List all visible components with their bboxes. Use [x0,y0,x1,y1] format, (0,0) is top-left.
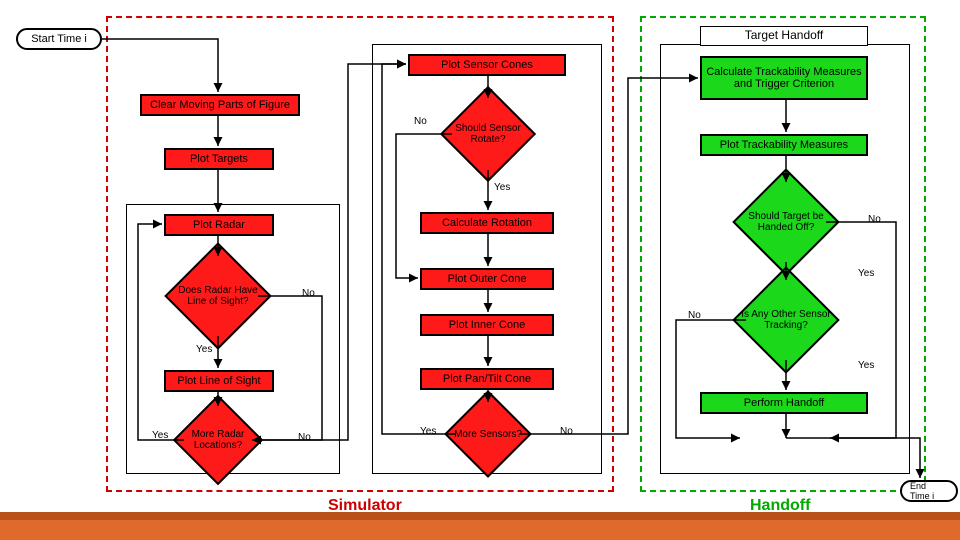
plot-los-label: Plot Line of Sight [177,375,260,387]
plot-trackability-label: Plot Trackability Measures [720,139,848,151]
any-other-tracking-label: Is Any Other Sensor Tracking? [736,295,836,345]
target-handoff-title: Target Handoff [700,26,868,46]
edge-no-4: No [560,426,573,437]
footer-bar [0,512,960,540]
any-other-tracking-diamond: Is Any Other Sensor Tracking? [786,320,787,321]
plot-inner-label: Plot Inner Cone [449,319,525,331]
end-terminator: End Time i [900,480,958,502]
edge-no-3: No [298,432,311,443]
start-label: Start Time i [31,33,87,45]
more-radar-diamond: More Radar Locations? [218,440,219,441]
radar-los-diamond: Does Radar Have Line of Sight? [218,296,219,297]
plot-outer-label: Plot Outer Cone [448,273,527,285]
target-handoff-title-label: Target Handoff [745,29,824,42]
edge-yes-6: Yes [858,360,874,371]
edge-no-1: No [414,116,427,127]
plot-sensor-cones-box: Plot Sensor Cones [408,54,566,76]
edge-no-2: No [302,288,315,299]
clear-moving-label: Clear Moving Parts of Figure [150,99,290,111]
sensor-rotate-diamond: Should Sensor Rotate? [488,134,489,135]
calc-rotation-label: Calculate Rotation [442,217,532,229]
perform-handoff-label: Perform Handoff [744,397,825,409]
start-terminator: Start Time i [16,28,102,50]
end-label: End Time i [910,481,948,501]
edge-yes-4: Yes [420,426,436,437]
calc-trackability-box: Calculate Trackability Measures and Trig… [700,56,868,100]
perform-handoff-box: Perform Handoff [700,392,868,414]
edge-no-5: No [868,214,881,225]
edge-yes-5: Yes [858,268,874,279]
target-handed-diamond: Should Target be Handed Off? [786,222,787,223]
calc-rotation-box: Calculate Rotation [420,212,554,234]
plot-sensor-cones-label: Plot Sensor Cones [441,59,533,71]
plot-pantilt-box: Plot Pan/Tilt Cone [420,368,554,390]
edge-no-6: No [688,310,701,321]
calc-trackability-label: Calculate Trackability Measures and Trig… [706,66,862,90]
edge-yes-2: Yes [196,344,212,355]
target-handed-label: Should Target be Handed Off? [736,197,836,247]
edge-yes-3: Yes [152,430,168,441]
plot-los-box: Plot Line of Sight [164,370,274,392]
plot-pantilt-label: Plot Pan/Tilt Cone [443,373,531,385]
plot-radar-box: Plot Radar [164,214,274,236]
plot-radar-label: Plot Radar [193,219,245,231]
plot-targets-label: Plot Targets [190,153,248,165]
radar-los-label: Does Radar Have Line of Sight? [168,271,268,321]
plot-trackability-box: Plot Trackability Measures [700,134,868,156]
plot-inner-box: Plot Inner Cone [420,314,554,336]
plot-targets-box: Plot Targets [164,148,274,170]
more-sensors-label: More Sensors? [438,409,538,459]
clear-moving-box: Clear Moving Parts of Figure [140,94,300,116]
edge-yes-1: Yes [494,182,510,193]
sensor-rotate-label: Should Sensor Rotate? [438,109,538,159]
more-sensors-diamond: More Sensors? [488,434,489,435]
plot-outer-box: Plot Outer Cone [420,268,554,290]
more-radar-label: More Radar Locations? [168,415,268,465]
